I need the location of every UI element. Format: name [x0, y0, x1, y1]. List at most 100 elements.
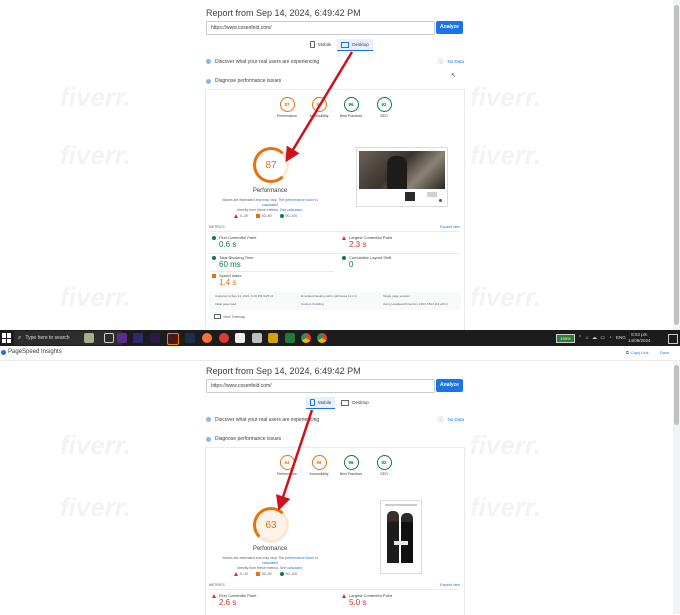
fail-icon	[342, 593, 346, 598]
chrome-icon[interactable]	[317, 333, 327, 343]
report-title: Report from Sep 14, 2024, 6:49:42 PM	[206, 366, 361, 376]
chrome-icon[interactable]	[301, 333, 311, 343]
calculator-link[interactable]: See calculator.	[280, 566, 303, 570]
category-seo[interactable]: 92 SEO	[374, 455, 394, 476]
clock-date: 14/09/2024	[628, 338, 651, 343]
copy-link-button[interactable]: ⧉ Copy Link	[626, 350, 649, 355]
tab-desktop[interactable]: Desktop	[337, 397, 373, 408]
clock[interactable]: 8:03 pm 14/09/2024	[628, 332, 651, 344]
category-accessibility[interactable]: 69 Accessibility	[306, 97, 332, 118]
category-score: 92	[376, 97, 392, 112]
tab-mobile-label: Mobile	[318, 400, 332, 405]
note-text: directly from these metrics.	[237, 566, 279, 570]
weather-icon[interactable]	[84, 333, 94, 343]
pass-icon	[212, 255, 216, 260]
legend-fail: 0–49	[240, 572, 248, 576]
watermark: fiverr.	[470, 430, 541, 460]
watermark: fiverr.	[470, 492, 541, 522]
category-performance[interactable]: 87 Performance	[276, 97, 298, 118]
app-icon[interactable]	[268, 333, 278, 343]
tab-desktop-label: Desktop	[352, 42, 369, 47]
metric-label: Cumulative Layout Shift	[349, 255, 392, 260]
app-icon[interactable]	[133, 333, 143, 343]
scrollbar-thumb[interactable]	[674, 5, 679, 325]
report-panel: 63 Performance 69 Accessibility 96 Best …	[205, 447, 465, 615]
firefox-icon[interactable]	[202, 333, 212, 343]
app-icon[interactable]	[235, 333, 245, 343]
legend-average: 50–89	[261, 572, 272, 576]
performance-gauge: 87	[253, 147, 289, 183]
category-performance[interactable]: 63 Performance	[276, 455, 298, 476]
run-info-item: Using HeadlessChromium 128.0.6613.113 wi…	[383, 302, 448, 306]
app-icon[interactable]	[285, 333, 295, 343]
app-icon[interactable]	[167, 333, 179, 345]
language-indicator[interactable]: ENG	[616, 335, 626, 340]
no-data-link[interactable]: No Data	[447, 417, 464, 422]
notification-icon[interactable]	[668, 334, 678, 344]
expand-view-link[interactable]: Expand view	[440, 583, 460, 587]
diagnose-row[interactable]: Diagnose performance issues	[206, 78, 281, 84]
cursor-icon: ↖	[451, 73, 457, 79]
watermark: fiverr.	[470, 140, 541, 170]
tab-mobile[interactable]: Mobile	[306, 39, 335, 50]
scrollbar-thumb[interactable]	[674, 365, 679, 425]
category-best-practices[interactable]: 96 Best Practices	[338, 97, 364, 118]
app-icon[interactable]	[117, 333, 127, 343]
page-scrollbar[interactable]	[673, 0, 680, 330]
analyze-button[interactable]: Analyze	[436, 21, 463, 34]
category-label: Accessibility	[309, 114, 329, 118]
metric-lcp: Largest Contentful Paint 5.0 s	[342, 593, 392, 607]
discover-text: Discover what your real users are experi…	[215, 416, 320, 423]
url-input[interactable]: https://www.cosenfeld.com/	[206, 21, 435, 35]
app-icon[interactable]	[150, 333, 160, 343]
analyze-button[interactable]: Analyze	[436, 379, 463, 392]
note-text: directly from these metrics.	[237, 208, 279, 212]
view-treemap-label: View Treemap	[223, 314, 246, 319]
view-treemap-button[interactable]: View Treemap	[214, 314, 245, 319]
taskbar-search-placeholder: Type here to search	[25, 335, 70, 341]
users-icon	[206, 417, 211, 422]
app-title[interactable]: PageSpeed Insights	[8, 349, 62, 355]
score-legend: 0–49 50–89 90–100	[234, 572, 297, 576]
watermark: fiverr.	[60, 282, 131, 312]
category-accessibility[interactable]: 69 Accessibility	[306, 455, 332, 476]
metric-value: 60 ms	[219, 260, 241, 269]
category-label: SEO	[380, 472, 388, 476]
metric-value: 1.4 s	[219, 278, 237, 287]
metrics-divider	[209, 271, 334, 272]
no-data-link[interactable]: No Data	[447, 59, 464, 64]
task-view-icon[interactable]	[104, 333, 114, 343]
category-best-practices[interactable]: 96 Best Practices	[338, 455, 364, 476]
metric-fcp: First Contentful Paint 0.6 s	[212, 235, 256, 249]
battery-indicator[interactable]: 100%	[556, 334, 575, 343]
tab-desktop[interactable]: Desktop	[337, 39, 373, 51]
docs-link[interactable]: Docs	[660, 350, 669, 355]
app-icon[interactable]	[185, 333, 195, 343]
note-text: Values are estimated and may vary. The	[222, 556, 285, 560]
page-scrollbar[interactable]	[673, 361, 680, 614]
metrics-divider	[209, 253, 459, 254]
discover-row[interactable]: Discover what your real users are experi…	[206, 416, 464, 423]
diagnose-row[interactable]: Diagnose performance issues	[206, 436, 281, 442]
legend-pass: 90–100	[285, 214, 298, 218]
app-icon[interactable]	[252, 333, 262, 343]
category-score: 63	[279, 455, 295, 470]
fail-icon	[234, 214, 238, 218]
tray-icons[interactable]: ⌃ ⌂ ☁ ▭ ◔	[578, 335, 613, 341]
discover-row[interactable]: Discover what your real users are experi…	[206, 58, 464, 65]
url-input[interactable]: https://www.cosenfeld.com/	[206, 379, 435, 393]
category-seo[interactable]: 92 SEO	[374, 97, 394, 118]
app-icon[interactable]	[219, 333, 229, 343]
metrics-heading: METRICS	[209, 225, 225, 229]
category-label: Best Practices	[339, 472, 363, 476]
tab-mobile[interactable]: Mobile	[306, 397, 336, 409]
calculator-link[interactable]: See calculator.	[280, 208, 303, 212]
category-label: SEO	[380, 114, 388, 118]
pass-icon	[342, 255, 346, 260]
psi-logo-icon	[1, 350, 6, 355]
metrics-heading: METRICS	[209, 583, 225, 587]
page-screenshot	[380, 500, 422, 574]
search-icon: ⌕	[18, 334, 22, 341]
start-button[interactable]	[2, 333, 12, 343]
expand-view-link[interactable]: Expand view	[440, 225, 460, 229]
